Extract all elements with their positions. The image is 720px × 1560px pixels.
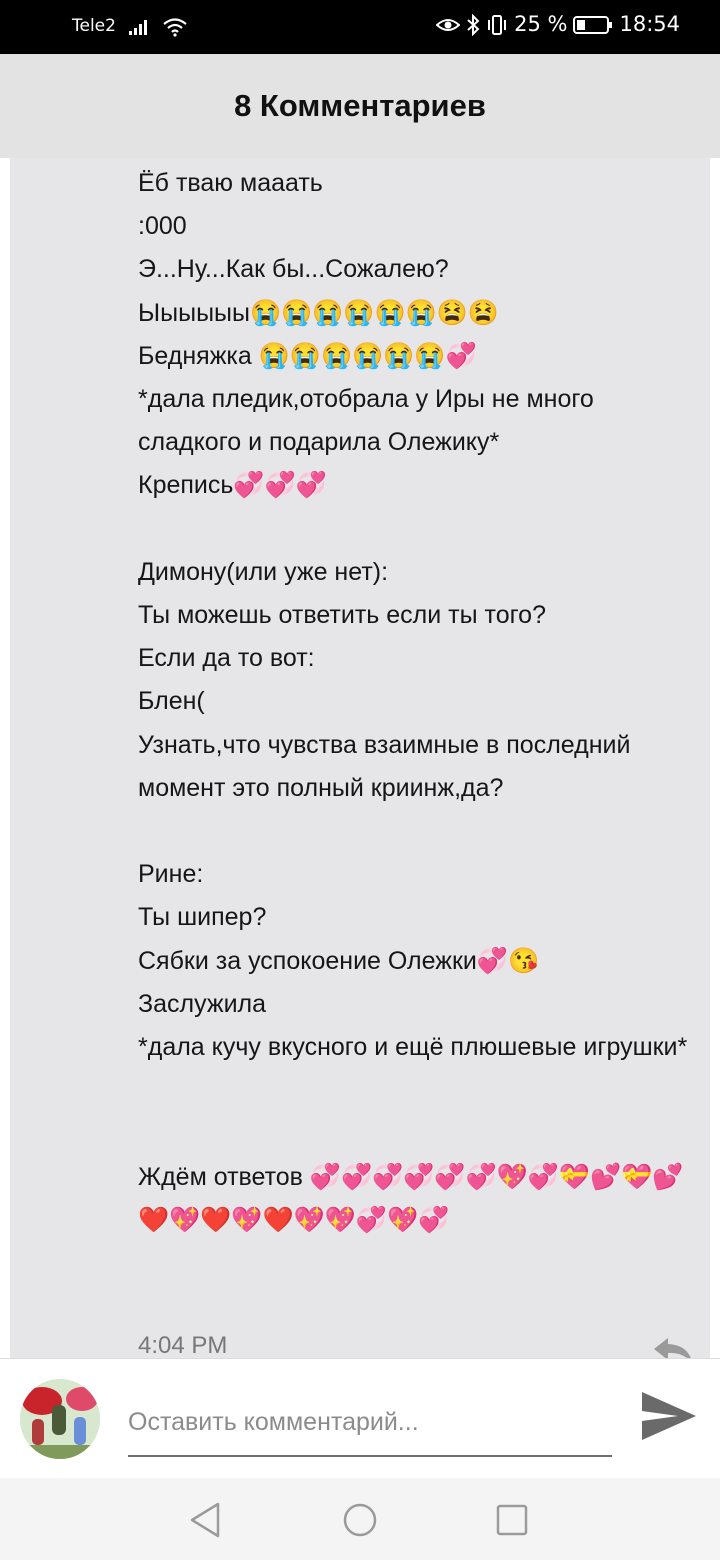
bluetooth-icon	[466, 12, 480, 36]
comment-text: Ёб тваю мааать :000 Э...Ну...Как бы...Со…	[138, 169, 688, 1234]
comments-header: 8 Комментариев	[0, 54, 720, 158]
nav-back-icon	[186, 1502, 226, 1543]
signal-bars-icon	[128, 15, 150, 37]
status-bar: Tele2 25 % 18:54	[0, 0, 720, 54]
battery-icon	[573, 12, 613, 36]
comment-card: Ёб тваю мааать :000 Э...Ну...Как бы...Со…	[10, 158, 710, 1358]
comment-input[interactable]	[128, 1387, 612, 1457]
reply-icon[interactable]	[650, 1336, 694, 1358]
eye-comfort-icon	[436, 12, 461, 36]
vibrate-icon	[486, 12, 508, 36]
nav-home-button[interactable]	[340, 1500, 380, 1540]
clock: 18:54	[619, 12, 680, 36]
battery-percent: 25 %	[514, 12, 568, 36]
system-nav-bar	[0, 1478, 720, 1560]
nav-back-button[interactable]	[186, 1500, 226, 1540]
nav-recents-icon	[492, 1504, 532, 1543]
send-icon	[638, 1391, 698, 1447]
nav-home-icon	[340, 1503, 380, 1543]
comment-timestamp: 4:04 PM	[138, 1332, 228, 1358]
nav-recents-button[interactable]	[492, 1500, 532, 1540]
avatar[interactable]	[20, 1379, 100, 1459]
page-title: 8 Комментариев	[234, 88, 486, 123]
comment-input-bar	[0, 1358, 720, 1478]
wifi-icon	[162, 15, 188, 37]
send-button[interactable]	[636, 1385, 700, 1449]
status-right: 25 % 18:54	[436, 12, 680, 36]
carrier-label: Tele2	[72, 16, 116, 36]
status-left: Tele2	[72, 15, 188, 37]
